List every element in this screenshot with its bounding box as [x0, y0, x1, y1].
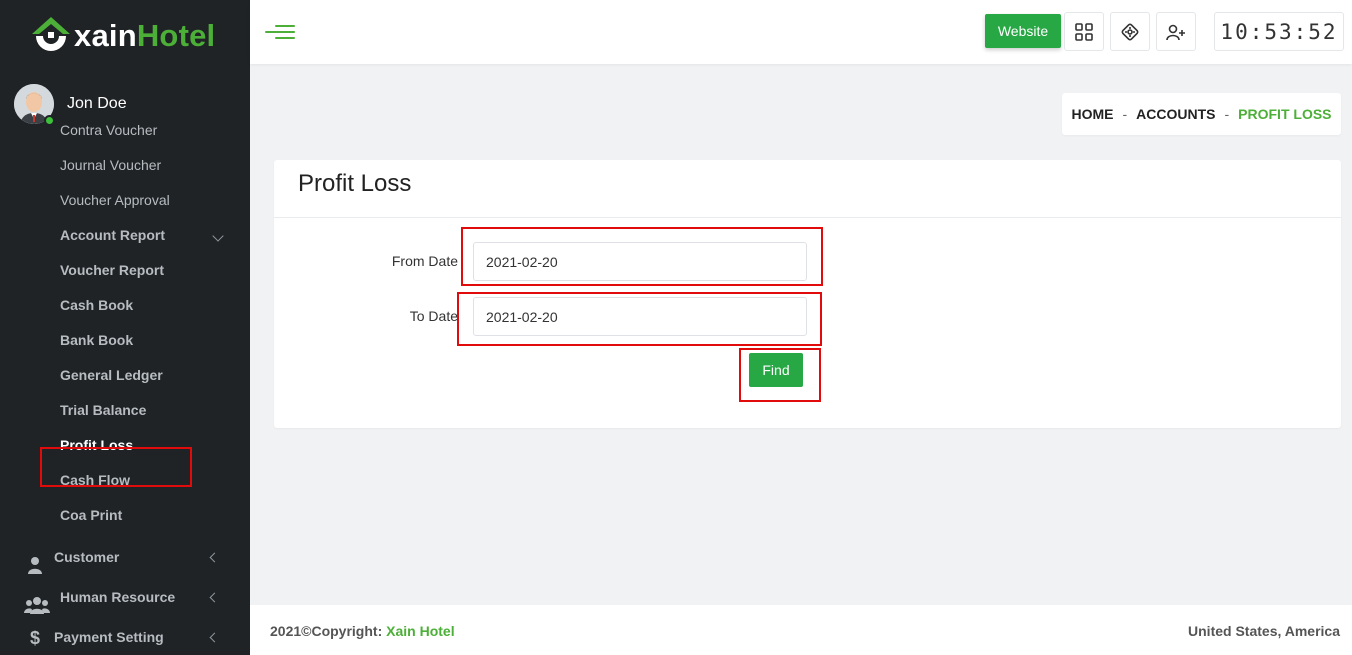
sidebar-item-general-ledger[interactable]: General Ledger [0, 358, 250, 393]
sidebar-item-human-resource[interactable]: Human Resource [0, 577, 250, 617]
breadcrumb-separator: - [1224, 106, 1230, 122]
sidebar-item-coa-print[interactable]: Coa Print [0, 498, 250, 533]
sidebar: xainHotel Jon Doe Contra Voucher Journal… [0, 0, 250, 655]
breadcrumb-separator: - [1122, 106, 1128, 122]
sidebar-item-payment-setting-label: Payment Setting [54, 629, 164, 645]
footer-location: United States, America [1188, 623, 1340, 639]
chevron-left-icon [209, 592, 220, 603]
copyright-text: 2021©Copyright: [270, 623, 387, 639]
sidebar-item-voucher-approval[interactable]: Voucher Approval [0, 183, 250, 218]
to-date-label: To Date [409, 308, 458, 324]
logo-text: xainHotel [74, 18, 215, 54]
sidebar-item-voucher-report[interactable]: Voucher Report [0, 253, 250, 288]
from-date-label: From Date [391, 253, 458, 269]
compass-icon[interactable] [1110, 12, 1150, 51]
find-button[interactable]: Find [749, 353, 803, 387]
logo-text-part1: xain [74, 18, 137, 53]
breadcrumb-accounts[interactable]: ACCOUNTS [1136, 106, 1215, 122]
website-button[interactable]: Website [985, 14, 1061, 48]
breadcrumb: HOME - ACCOUNTS - PROFIT LOSS [1062, 93, 1341, 135]
from-date-input[interactable] [473, 242, 807, 281]
chevron-left-icon [209, 632, 220, 643]
sidebar-item-bank-book[interactable]: Bank Book [0, 323, 250, 358]
sidebar-item-account-report[interactable]: Account Report [0, 218, 250, 253]
grid-icon[interactable] [1064, 12, 1104, 51]
sidebar-item-payment-setting[interactable]: $ Payment Setting [0, 617, 250, 655]
add-user-icon[interactable] [1156, 12, 1196, 51]
dollar-icon: $ [29, 628, 40, 648]
house-logo-icon [30, 16, 72, 56]
sidebar-item-account-report-label: Account Report [60, 227, 165, 243]
sidebar-item-customer[interactable]: Customer [0, 537, 250, 577]
sidebar-menu: Contra Voucher Journal Voucher Voucher A… [0, 122, 250, 655]
menu-toggle-icon[interactable] [265, 22, 295, 42]
user-name: Jon Doe [67, 95, 127, 112]
sidebar-item-human-resource-label: Human Resource [60, 589, 176, 605]
sidebar-item-trial-balance[interactable]: Trial Balance [0, 393, 250, 428]
footer: 2021©Copyright: Xain Hotel United States… [250, 605, 1352, 655]
page-title: Profit Loss [274, 160, 1341, 218]
sidebar-item-journal-voucher[interactable]: Journal Voucher [0, 148, 250, 183]
logo-text-part2: Hotel [136, 18, 216, 53]
chevron-left-icon [209, 552, 220, 563]
users-icon [24, 589, 50, 614]
logo[interactable]: xainHotel [30, 8, 215, 64]
sidebar-item-contra-voucher[interactable]: Contra Voucher [0, 113, 250, 148]
user-icon [26, 549, 44, 574]
clock-display: 10:53:52 [1214, 12, 1344, 51]
breadcrumb-home[interactable]: HOME [1071, 106, 1113, 122]
profit-loss-card: Profit Loss From Date To Date Find [274, 160, 1341, 428]
chevron-down-icon [212, 230, 224, 242]
footer-brand-link[interactable]: Xain Hotel [386, 623, 454, 639]
footer-copyright: 2021©Copyright: Xain Hotel [270, 623, 455, 639]
sidebar-item-cash-book[interactable]: Cash Book [0, 288, 250, 323]
sidebar-item-profit-loss[interactable]: Profit Loss [0, 428, 250, 463]
topbar: Website 10:53:52 [250, 0, 1352, 64]
to-date-input[interactable] [473, 297, 807, 336]
sidebar-item-cash-flow[interactable]: Cash Flow [0, 463, 250, 498]
sidebar-item-customer-label: Customer [54, 549, 120, 565]
breadcrumb-current: PROFIT LOSS [1238, 106, 1332, 122]
